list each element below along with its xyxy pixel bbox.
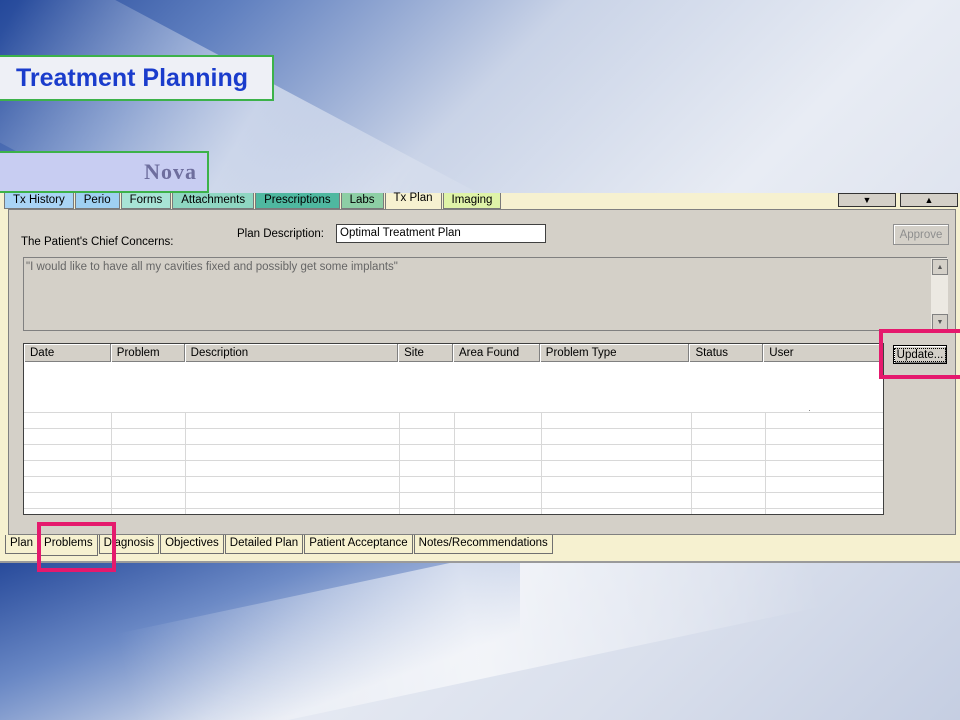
col-area-found[interactable]: Area Found <box>453 344 540 362</box>
tab-patient-acceptance[interactable]: Patient Acceptance <box>304 535 413 554</box>
grid-col-line <box>765 412 766 514</box>
approve-button[interactable]: Approve <box>893 224 949 245</box>
col-status[interactable]: Status <box>689 344 764 362</box>
col-problem-type[interactable]: Problem Type <box>540 344 690 362</box>
slide-title-box: Treatment Planning <box>0 55 274 101</box>
tab-imaging[interactable]: Imaging <box>442 193 502 209</box>
scroll-up-arrow-icon[interactable]: ▲ <box>932 259 948 275</box>
slide-subtitle-box: Nova <box>0 151 209 193</box>
triangle-up-icon: ▲ <box>924 195 934 205</box>
grid-col-line <box>691 412 692 514</box>
scroll-down-arrow-icon[interactable]: ▼ <box>932 314 948 330</box>
plan-description-input[interactable]: Optimal Treatment Plan <box>336 224 546 243</box>
tab-attachments[interactable]: Attachments <box>172 193 255 209</box>
col-user[interactable]: User <box>763 344 883 362</box>
tab-perio[interactable]: Perio <box>74 193 120 209</box>
top-tab-bar: Tx History Perio Forms Attachments Presc… <box>4 192 502 210</box>
tab-prescriptions[interactable]: Prescriptions <box>255 193 340 209</box>
tab-labs[interactable]: Labs <box>340 193 384 209</box>
tx-plan-panel: The Patient's Chief Concerns: Plan Descr… <box>8 209 956 535</box>
background-blue-swoosh <box>0 560 520 720</box>
grid-col-line <box>185 412 186 514</box>
grid-header: Date Problem Description Site Area Found… <box>24 344 883 362</box>
tab-plan[interactable]: Plan <box>5 535 39 554</box>
app-window: Tx History Perio Forms Attachments Presc… <box>0 192 960 563</box>
plan-description-label: Plan Description: <box>237 228 324 240</box>
tab-forms[interactable]: Forms <box>120 193 172 209</box>
grid-col-line <box>399 412 400 514</box>
tab-tx-history[interactable]: Tx History <box>4 193 74 209</box>
grid-col-line <box>454 412 455 514</box>
grid-col-line <box>111 412 112 514</box>
scroll-up-button[interactable]: ▲ <box>900 193 958 207</box>
col-description[interactable]: Description <box>185 344 399 362</box>
chief-concerns-label: The Patient's Chief Concerns: <box>21 236 174 248</box>
problems-tab-highlight <box>37 522 116 572</box>
concerns-scrollbar[interactable]: ▲ ▼ <box>930 258 948 332</box>
tab-notes-recommendations[interactable]: Notes/Recommendations <box>413 535 553 554</box>
slide-subtitle: Nova <box>144 159 197 184</box>
problems-grid[interactable]: Date Problem Description Site Area Found… <box>23 343 884 515</box>
tab-tx-plan[interactable]: Tx Plan <box>384 192 442 210</box>
grid-body <box>24 362 883 514</box>
update-button-highlight <box>879 329 960 379</box>
col-date[interactable]: Date <box>24 344 111 362</box>
chief-concerns-text: "I would like to have all my cavities fi… <box>26 261 398 273</box>
grid-col-line <box>541 412 542 514</box>
chief-concerns-textarea[interactable]: "I would like to have all my cavities fi… <box>23 257 948 332</box>
slide-title: Treatment Planning <box>16 63 248 92</box>
col-problem[interactable]: Problem <box>111 344 185 362</box>
tab-detailed-plan[interactable]: Detailed Plan <box>224 535 304 554</box>
grid-dot <box>809 410 810 411</box>
triangle-down-icon: ▼ <box>862 195 872 205</box>
tab-objectives[interactable]: Objectives <box>160 535 224 554</box>
scroll-down-button[interactable]: ▼ <box>838 193 896 207</box>
col-site[interactable]: Site <box>398 344 453 362</box>
